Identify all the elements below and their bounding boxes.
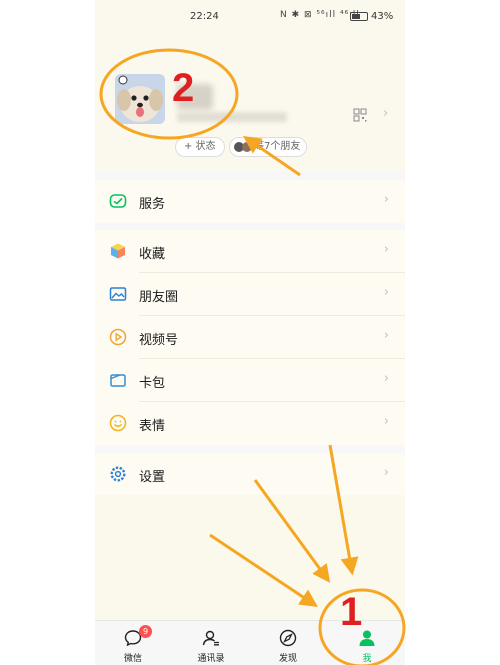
tab-chats[interactable]: 9 微信 bbox=[103, 621, 163, 665]
chevron-right-icon: › bbox=[383, 285, 389, 300]
status-time: 22:24 bbox=[190, 11, 219, 22]
menu-label: 朋友圈 bbox=[139, 290, 179, 305]
chevron-right-icon: › bbox=[383, 371, 389, 386]
moments-photo-icon bbox=[109, 287, 127, 301]
battery-percent: 43% bbox=[371, 11, 394, 22]
settings-group: 设置 › bbox=[95, 453, 405, 496]
chevron-right-icon: › bbox=[383, 465, 389, 480]
settings-gear-icon bbox=[110, 466, 126, 482]
unread-badge: 9 bbox=[139, 625, 152, 638]
chevron-right-icon: › bbox=[383, 242, 389, 257]
avatar[interactable] bbox=[115, 74, 165, 124]
wechat-id-blurred bbox=[177, 112, 287, 122]
channels-play-icon bbox=[109, 328, 127, 346]
compass-icon bbox=[279, 629, 297, 647]
chevron-right-icon: › bbox=[383, 328, 389, 343]
menu-item-settings[interactable]: 设置 › bbox=[95, 453, 405, 496]
sticker-smile-icon bbox=[109, 414, 127, 432]
signal-icons: N ✱ ⊠ ⁵⁶ıll ⁴⁶ıll bbox=[280, 10, 360, 20]
menu-label: 服务 bbox=[139, 197, 166, 212]
chevron-right-icon: › bbox=[383, 414, 389, 429]
card-wallet-icon bbox=[110, 374, 126, 387]
menu-label: 设置 bbox=[139, 470, 166, 485]
annotation-number-1: 1 bbox=[340, 590, 363, 634]
tab-label: 我 bbox=[362, 654, 372, 664]
phone-screen: 22:24 N ✱ ⊠ ⁵⁶ıll ⁴⁶ıll 43% › + 状态 等7个朋友… bbox=[95, 0, 405, 665]
tab-label: 微信 bbox=[123, 654, 142, 664]
menu-label: 视频号 bbox=[139, 333, 179, 348]
services-group: 服务 › bbox=[95, 180, 405, 223]
features-group: 收藏 › 朋友圈 › 视频号 › 卡包 › 表情 › bbox=[95, 230, 405, 445]
menu-label: 收藏 bbox=[139, 247, 166, 262]
menu-item-favorites[interactable]: 收藏 › bbox=[95, 230, 405, 273]
tab-label: 发现 bbox=[278, 654, 297, 664]
status-bar: 22:24 N ✱ ⊠ ⁵⁶ıll ⁴⁶ıll 43% bbox=[95, 0, 405, 34]
tab-discover[interactable]: 发现 bbox=[258, 621, 318, 665]
tab-contacts[interactable]: 通讯录 bbox=[181, 621, 241, 665]
chevron-right-icon: › bbox=[383, 106, 389, 121]
friend-avatar bbox=[242, 142, 252, 152]
friends-status-text: 等7个朋友 bbox=[254, 141, 301, 152]
annotation-number-2: 2 bbox=[172, 66, 195, 110]
menu-item-channels[interactable]: 视频号 › bbox=[95, 316, 405, 359]
dog-photo bbox=[115, 74, 165, 124]
menu-label: 表情 bbox=[139, 419, 166, 434]
profile-header[interactable]: › + 状态 等7个朋友 bbox=[95, 34, 405, 172]
menu-item-card-wallet[interactable]: 卡包 › bbox=[95, 359, 405, 402]
qr-code-icon[interactable] bbox=[353, 108, 367, 122]
menu-label: 卡包 bbox=[139, 376, 166, 391]
add-status-button[interactable]: + 状态 bbox=[175, 137, 225, 157]
contacts-icon bbox=[202, 630, 219, 646]
menu-item-moments[interactable]: 朋友圈 › bbox=[95, 273, 405, 316]
menu-item-services[interactable]: 服务 › bbox=[95, 180, 405, 223]
tab-label: 通讯录 bbox=[197, 654, 225, 664]
services-icon bbox=[109, 194, 127, 208]
battery-icon bbox=[350, 12, 368, 21]
menu-item-stickers[interactable]: 表情 › bbox=[95, 402, 405, 445]
favorites-cube-icon bbox=[111, 243, 125, 259]
friends-status-pill[interactable]: 等7个朋友 bbox=[229, 137, 308, 157]
chevron-right-icon: › bbox=[383, 192, 389, 207]
